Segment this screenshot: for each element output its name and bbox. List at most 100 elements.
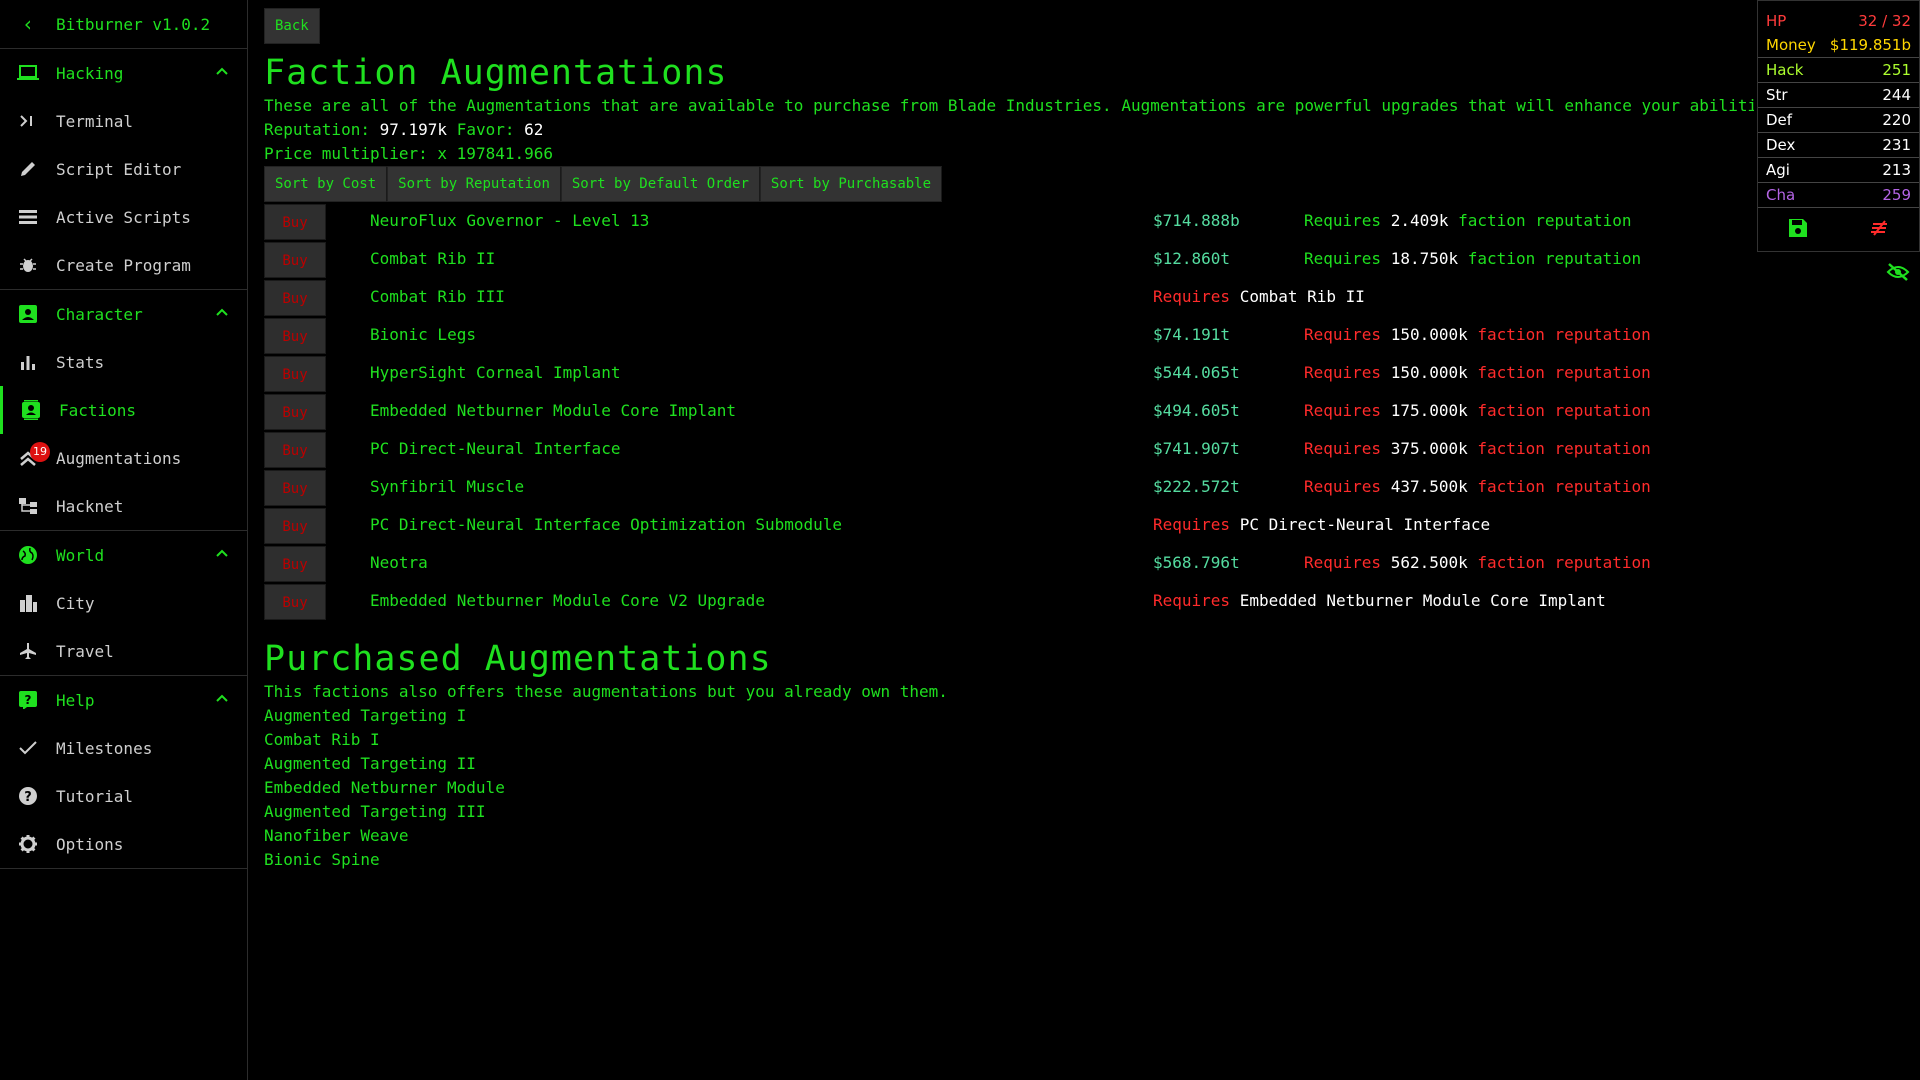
sidebar-item-label: Stats bbox=[56, 352, 105, 372]
sort-bar: Sort by Cost Sort by Reputation Sort by … bbox=[264, 166, 1754, 202]
buy-button[interactable]: Buy bbox=[264, 470, 326, 506]
reputation-value: 97.197k bbox=[379, 120, 448, 139]
section-world[interactable]: World bbox=[0, 531, 247, 579]
sidebar-item-augmentations[interactable]: 19 Augmentations bbox=[0, 434, 247, 482]
requires-word: Requires bbox=[1304, 249, 1382, 268]
back-button[interactable]: Back bbox=[264, 8, 320, 44]
sort-by-reputation-button[interactable]: Sort by Reputation bbox=[387, 166, 561, 202]
purchased-augmentation: Embedded Netburner Module bbox=[264, 778, 505, 797]
stat-label: Def bbox=[1766, 111, 1793, 129]
sidebar-item-factions[interactable]: Factions bbox=[0, 386, 247, 434]
requires-word: Requires bbox=[1304, 477, 1382, 496]
sort-by-purchasable-button[interactable]: Sort by Purchasable bbox=[759, 166, 943, 202]
requires-word: Requires bbox=[1153, 591, 1231, 610]
required-reputation: 18.750k bbox=[1390, 249, 1459, 268]
buy-button[interactable]: Buy bbox=[264, 356, 326, 392]
augmentation-row: Buy Embedded Netburner Module Core V2 Up… bbox=[264, 584, 1754, 622]
buy-button[interactable]: Buy bbox=[264, 394, 326, 430]
sidebar-item-active-scripts[interactable]: Active Scripts bbox=[0, 193, 247, 241]
reputation-label: Reputation: bbox=[264, 120, 370, 139]
stat-label: Dex bbox=[1766, 136, 1796, 154]
stat-value: 244 bbox=[1882, 86, 1911, 104]
augmentations-count-badge: 19 bbox=[30, 442, 50, 462]
section-help[interactable]: ? Help bbox=[0, 676, 247, 724]
kill-all-scripts-icon[interactable] bbox=[1869, 218, 1889, 242]
requires-word: Requires bbox=[1304, 439, 1382, 458]
required-reputation: 562.500k bbox=[1390, 553, 1468, 572]
page-description: These are all of the Augmentations that … bbox=[264, 96, 1754, 115]
sidebar-header: ‹ Bitburner v1.0.2 bbox=[0, 0, 247, 49]
sidebar-item-options[interactable]: Options bbox=[0, 820, 247, 868]
sidebar-item-label: Create Program bbox=[56, 255, 191, 275]
gear-icon bbox=[0, 834, 56, 854]
buy-button[interactable]: Buy bbox=[264, 546, 326, 582]
augmentation-name: Combat Rib III bbox=[370, 287, 505, 306]
augmentation-row: Buy Bionic Legs $74.191t Requires 150.000… bbox=[264, 318, 1754, 356]
sidebar-item-travel[interactable]: Travel bbox=[0, 627, 247, 675]
stat-label: HP bbox=[1766, 12, 1787, 30]
help-box-icon: ? bbox=[0, 691, 56, 709]
buy-button[interactable]: Buy bbox=[264, 204, 326, 240]
faction-reputation-word: faction reputation bbox=[1477, 363, 1651, 382]
buy-button[interactable]: Buy bbox=[264, 242, 326, 278]
buy-button[interactable]: Buy bbox=[264, 280, 326, 316]
faction-reputation-word: faction reputation bbox=[1477, 477, 1651, 496]
augmentation-row: Buy Embedded Netburner Module Core Impla… bbox=[264, 394, 1754, 432]
stat-row-money: Money $119.851b bbox=[1758, 33, 1919, 58]
sidebar-item-terminal[interactable]: Terminal bbox=[0, 97, 247, 145]
stat-row-dex: Dex 231 bbox=[1758, 133, 1919, 158]
buy-button[interactable]: Buy bbox=[264, 508, 326, 544]
sidebar-item-tutorial[interactable]: ? Tutorial bbox=[0, 772, 247, 820]
augmentation-row: Buy Synfibril Muscle $222.572t Requires 4… bbox=[264, 470, 1754, 508]
chevron-up-icon[interactable] bbox=[215, 63, 229, 82]
chevron-up-icon[interactable] bbox=[215, 304, 229, 323]
augmentation-cost: $222.572t bbox=[1153, 477, 1240, 496]
sidebar-item-milestones[interactable]: Milestones bbox=[0, 724, 247, 772]
requires-word: Requires bbox=[1304, 325, 1382, 344]
pencil-icon bbox=[0, 160, 56, 178]
reputation-line: Reputation: 97.197k Favor: 62 bbox=[264, 118, 1754, 142]
sidebar-item-stats[interactable]: Stats bbox=[0, 338, 247, 386]
sort-by-default-order-button[interactable]: Sort by Default Order bbox=[560, 166, 760, 202]
chevron-up-icon[interactable] bbox=[215, 545, 229, 564]
augmentation-cost: $741.907t bbox=[1153, 439, 1240, 458]
augmentation-cost: $12.860t bbox=[1153, 249, 1231, 268]
buy-button[interactable]: Buy bbox=[264, 584, 326, 620]
requires-word: Requires bbox=[1304, 211, 1382, 230]
buy-button[interactable]: Buy bbox=[264, 432, 326, 468]
sidebar-item-hacknet[interactable]: Hacknet bbox=[0, 482, 247, 530]
section-hacking[interactable]: Hacking bbox=[0, 49, 247, 97]
purchased-description: This factions also offers these augmenta… bbox=[264, 682, 948, 701]
required-reputation: 437.500k bbox=[1390, 477, 1468, 496]
faction-reputation-word: faction reputation bbox=[1458, 211, 1632, 230]
augmentation-name: Neotra bbox=[370, 553, 428, 572]
chevron-left-icon[interactable]: ‹ bbox=[0, 12, 56, 36]
requires-word: Requires bbox=[1304, 363, 1382, 382]
augmentation-name: Embedded Netburner Module Core V2 Upgrad… bbox=[370, 591, 765, 610]
sidebar-item-script-editor[interactable]: Script Editor bbox=[0, 145, 247, 193]
buy-button[interactable]: Buy bbox=[264, 318, 326, 354]
augmentation-cost: $494.605t bbox=[1153, 401, 1240, 420]
required-reputation: 375.000k bbox=[1390, 439, 1468, 458]
chevron-up-icon[interactable] bbox=[215, 690, 229, 709]
stat-value: 251 bbox=[1882, 61, 1911, 79]
sidebar: ‹ Bitburner v1.0.2 Hacking Terminal Scri… bbox=[0, 0, 248, 1080]
city-icon bbox=[0, 594, 56, 612]
section-character[interactable]: Character bbox=[0, 290, 247, 338]
faction-augmentations-page: Back Faction Augmentations These are all… bbox=[264, 8, 1754, 872]
stat-value: 259 bbox=[1882, 186, 1911, 204]
price-multiplier-value: 197841.966 bbox=[456, 144, 553, 163]
requires-word: Requires bbox=[1153, 287, 1231, 306]
stat-row-hp: HP 32 / 32 bbox=[1758, 9, 1919, 33]
save-icon[interactable] bbox=[1788, 218, 1808, 242]
required-reputation: 175.000k bbox=[1390, 401, 1468, 420]
reputation-requirement: Requires 150.000k faction reputation bbox=[1304, 325, 1651, 344]
hide-overview-eye-icon[interactable] bbox=[1886, 262, 1910, 286]
sidebar-item-city[interactable]: City bbox=[0, 579, 247, 627]
augmentation-name: PC Direct-Neural Interface bbox=[370, 439, 621, 458]
sidebar-item-create-program[interactable]: Create Program bbox=[0, 241, 247, 289]
sort-by-cost-button[interactable]: Sort by Cost bbox=[264, 166, 388, 202]
augmentation-name: PC Direct-Neural Interface Optimization … bbox=[370, 515, 843, 534]
stat-row-def: Def 220 bbox=[1758, 108, 1919, 133]
augmentation-row: Buy Combat Rib III Requires Combat Rib I… bbox=[264, 280, 1754, 318]
